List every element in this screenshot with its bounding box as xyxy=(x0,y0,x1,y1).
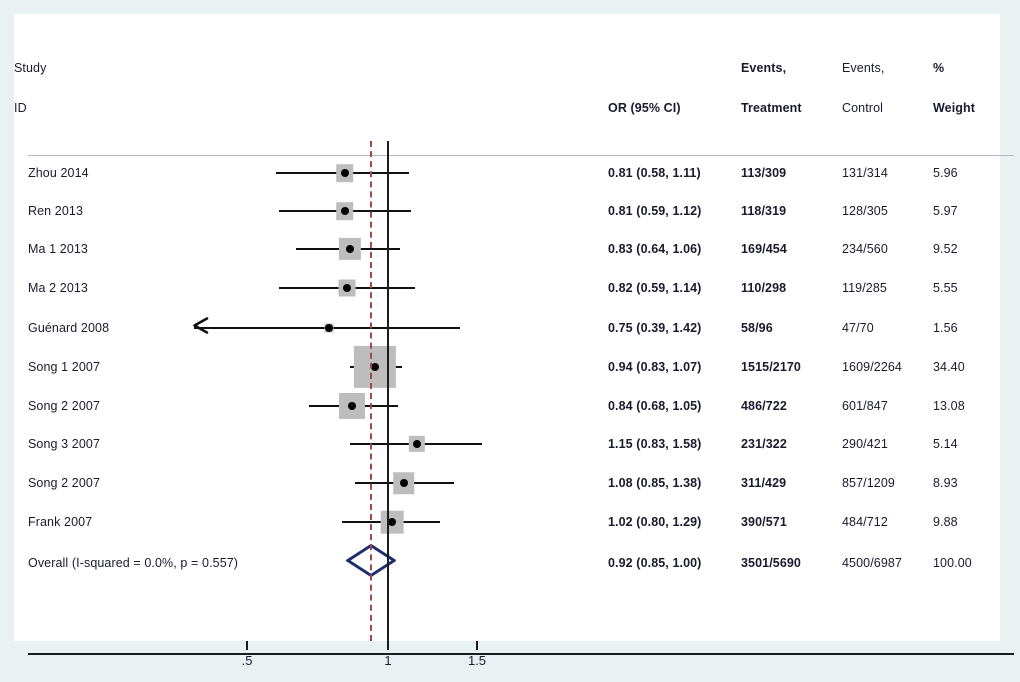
x-axis-tick xyxy=(246,641,248,650)
point-estimate-marker xyxy=(348,402,357,410)
point-estimate-marker xyxy=(343,284,352,292)
or-ci-value: 0.81 (0.59, 1.12) xyxy=(608,204,702,218)
overall-weight-value: 100.00 xyxy=(933,556,972,570)
events-treatment-value: 58/96 xyxy=(741,321,773,335)
events-control-value: 857/1209 xyxy=(842,476,895,490)
header-weight-line1: % xyxy=(933,61,945,75)
or-ci-value: 1.15 (0.83, 1.58) xyxy=(608,437,702,451)
events-control-value: 131/314 xyxy=(842,166,888,180)
events-treatment-value: 113/309 xyxy=(741,166,787,180)
point-estimate-marker xyxy=(371,363,380,371)
point-estimate-marker xyxy=(324,324,333,332)
pooled-effect-line xyxy=(369,141,372,641)
point-estimate-marker xyxy=(340,169,349,177)
weight-value: 9.52 xyxy=(933,242,958,256)
x-axis-tick xyxy=(387,641,389,650)
header-study-line2: ID xyxy=(14,101,27,115)
events-treatment-value: 390/571 xyxy=(741,515,787,529)
or-ci-value: 0.75 (0.39, 1.42) xyxy=(608,321,702,335)
weight-value: 9.88 xyxy=(933,515,958,529)
header-divider xyxy=(28,155,1014,156)
x-axis-tick-label: 1.5 xyxy=(467,653,487,668)
overall-or-ci-value: 0.92 (0.85, 1.00) xyxy=(608,556,702,570)
or-ci-value: 0.84 (0.68, 1.05) xyxy=(608,399,702,413)
header-events-treatment-line2: Treatment xyxy=(741,101,802,115)
weight-value: 34.40 xyxy=(933,360,965,374)
x-axis-line xyxy=(28,653,1014,656)
or-ci-value: 0.94 (0.83, 1.07) xyxy=(608,360,702,374)
weight-value: 5.96 xyxy=(933,166,958,180)
events-control-value: 234/560 xyxy=(842,242,888,256)
weight-value: 5.14 xyxy=(933,437,958,451)
events-treatment-value: 486/722 xyxy=(741,399,787,413)
events-treatment-value: 169/454 xyxy=(741,242,787,256)
events-control-value: 1609/2264 xyxy=(842,360,902,374)
header-events-control-line2: Control xyxy=(842,101,883,115)
header-events-control-line1: Events, xyxy=(842,61,885,75)
or-ci-value: 1.02 (0.80, 1.29) xyxy=(608,515,702,529)
header-study-line1: Study xyxy=(14,61,47,75)
null-effect-line xyxy=(386,141,390,641)
study-label: Song 3 2007 xyxy=(28,437,100,451)
weight-value: 5.55 xyxy=(933,281,958,295)
events-treatment-value: 231/322 xyxy=(741,437,787,451)
point-estimate-marker xyxy=(412,440,421,448)
events-control-value: 47/70 xyxy=(842,321,874,335)
study-label: Ma 1 2013 xyxy=(28,242,88,256)
events-control-value: 119/285 xyxy=(842,281,887,295)
events-treatment-value: 118/319 xyxy=(741,204,787,218)
study-label: Ma 2 2013 xyxy=(28,281,88,295)
or-ci-value: 0.81 (0.58, 1.11) xyxy=(608,166,701,180)
header-or-label: OR (95% CI) xyxy=(608,101,681,115)
forest-plot-panel: Study ID OR (95% CI) Events, Treatment E… xyxy=(14,14,1014,656)
or-ci-value: 0.83 (0.64, 1.06) xyxy=(608,242,702,256)
overall-events-treatment-value: 3501/5690 xyxy=(741,556,801,570)
x-axis-tick xyxy=(476,641,478,650)
events-control-value: 290/421 xyxy=(842,437,888,451)
events-control-value: 128/305 xyxy=(842,204,888,218)
weight-value: 8.93 xyxy=(933,476,958,490)
study-label: Song 2 2007 xyxy=(28,476,100,490)
weight-value: 1.56 xyxy=(933,321,958,335)
ci-arrow-left-icon xyxy=(193,317,209,340)
point-estimate-marker xyxy=(388,518,397,526)
events-control-value: 484/712 xyxy=(842,515,888,529)
header-events-treatment-line1: Events, xyxy=(741,61,787,75)
x-axis-tick-label: 1 xyxy=(384,653,392,668)
events-control-value: 601/847 xyxy=(842,399,888,413)
study-label: Guénard 2008 xyxy=(28,321,110,335)
point-estimate-marker xyxy=(340,207,349,215)
events-treatment-value: 110/298 xyxy=(741,281,787,295)
or-ci-value: 1.08 (0.85, 1.38) xyxy=(608,476,702,490)
study-label: Ren 2013 xyxy=(28,204,84,218)
study-label: Song 1 2007 xyxy=(28,360,100,374)
point-estimate-marker xyxy=(399,479,408,487)
overall-events-control-value: 4500/6987 xyxy=(842,556,902,570)
x-axis-tick-label: .5 xyxy=(241,653,253,668)
overall-label: Overall (I-squared = 0.0%, p = 0.557) xyxy=(28,556,239,570)
study-label: Song 2 2007 xyxy=(28,399,100,413)
events-treatment-value: 311/429 xyxy=(741,476,787,490)
study-label: Zhou 2014 xyxy=(28,166,89,180)
weight-value: 13.08 xyxy=(933,399,965,413)
weight-value: 5.97 xyxy=(933,204,958,218)
events-treatment-value: 1515/2170 xyxy=(741,360,801,374)
study-label: Frank 2007 xyxy=(28,515,93,529)
point-estimate-marker xyxy=(345,245,354,253)
header-weight-line2: Weight xyxy=(933,101,976,115)
or-ci-value: 0.82 (0.59, 1.14) xyxy=(608,281,702,295)
